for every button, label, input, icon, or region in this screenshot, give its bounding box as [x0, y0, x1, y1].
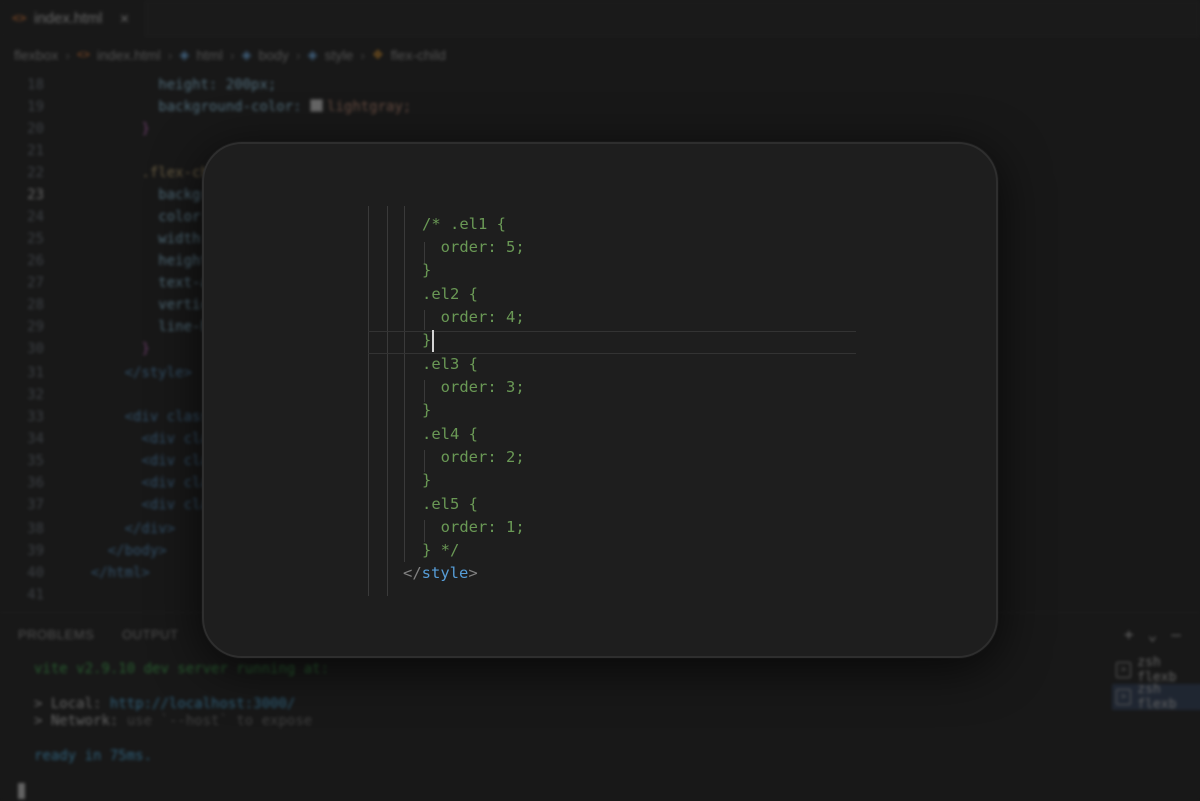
terminal-list-item[interactable]: > zsh flexb — [1112, 682, 1200, 712]
code-line: 25 width: — [27, 231, 209, 247]
code-line: 32 — [27, 387, 44, 403]
terminal-line: ready in 75ms. — [34, 748, 153, 764]
terminal-cursor — [18, 783, 25, 799]
chevron-right-icon: › — [295, 47, 301, 63]
chevron-right-icon: › — [65, 47, 71, 63]
cube-icon: ◈ — [241, 47, 252, 62]
code-line: 41 — [27, 587, 44, 603]
code-line[interactable]: } — [422, 259, 431, 282]
terminal-icon: > — [1116, 662, 1132, 678]
chevron-right-icon: › — [229, 47, 235, 63]
code-line: 30 } — [27, 341, 150, 357]
indent-guide — [387, 206, 388, 596]
code-line: 18 height: 200px; — [27, 77, 277, 93]
code-line: 28 vertic — [27, 297, 209, 313]
tab-output[interactable]: OUTPUT — [122, 627, 178, 642]
color-swatch[interactable] — [310, 99, 324, 112]
code-line[interactable]: .el5 { — [422, 493, 478, 516]
code-line[interactable]: } — [422, 469, 431, 492]
code-line: 31 </style> — [27, 365, 193, 381]
code-line[interactable]: } — [422, 399, 431, 422]
code-line: 27 text-a — [27, 275, 209, 291]
cube-icon: ◈ — [179, 47, 190, 62]
code-line[interactable]: order: 1; — [422, 516, 525, 539]
code-line[interactable]: order: 2; — [422, 446, 525, 469]
current-line-highlight — [368, 331, 856, 354]
code-line: 21 — [27, 143, 44, 159]
code-line[interactable]: /* .el1 { — [422, 213, 506, 236]
chevron-right-icon: › — [360, 47, 365, 63]
breadcrumb-html[interactable]: html — [196, 47, 222, 63]
panel-actions: + ⌄ — — [1124, 625, 1181, 644]
code-line[interactable]: order: 4; — [422, 306, 525, 329]
breadcrumb-folder[interactable]: flexbox — [14, 47, 58, 63]
code-line: 20 } — [27, 121, 150, 137]
code-line: 37 <div cla — [27, 497, 209, 513]
html-file-icon: <> — [12, 11, 27, 25]
style-closing-tag[interactable]: </style> — [403, 562, 478, 585]
code-line: 29 line-h — [27, 319, 209, 335]
code-line[interactable]: } */ — [422, 539, 459, 562]
code-line: 34 <div cla — [27, 431, 209, 447]
tab-index-html[interactable]: <> index.html ✕ — [0, 0, 147, 38]
html-file-icon: <> — [77, 49, 90, 61]
terminal-line: vite v2.9.10 dev server running at: — [34, 661, 330, 677]
code-line: 24 color: — [27, 209, 209, 225]
code-line[interactable]: } — [422, 329, 431, 352]
code-line: 33 <div class — [27, 409, 209, 425]
breadcrumb-flex-child[interactable]: flex-child — [391, 47, 446, 63]
breadcrumb-file[interactable]: index.html — [97, 47, 161, 63]
minimize-icon[interactable]: — — [1171, 625, 1181, 644]
breadcrumb-style[interactable]: style — [325, 47, 354, 63]
text-caret — [432, 330, 434, 352]
code-line: 39 </body> — [27, 543, 167, 559]
tab-label: index.html — [34, 10, 103, 27]
breadcrumb: flexbox › <> index.html › ◈ html › ◈ bod… — [14, 44, 446, 66]
code-line[interactable]: order: 5; — [422, 236, 525, 259]
terminal-list-item[interactable]: > zsh flexb — [1112, 655, 1200, 685]
indent-guide — [404, 206, 405, 562]
code-line: 26 height — [27, 253, 209, 269]
code-line: 35 <div cla — [27, 453, 209, 469]
code-line: 40 </html> — [27, 565, 150, 581]
close-icon[interactable]: ✕ — [120, 9, 129, 27]
chevron-right-icon: › — [167, 47, 173, 63]
add-terminal-icon[interactable]: + — [1124, 625, 1134, 644]
editor-tab-bar: <> index.html ✕ — [0, 0, 1200, 38]
code-zoom-card: /* .el1 { order: 5; } .el2 { order: 4; }… — [202, 142, 998, 658]
code-line: 19 background-color: lightgray; — [27, 99, 412, 115]
chevron-down-icon[interactable]: ⌄ — [1148, 625, 1158, 644]
code-line[interactable]: .el4 { — [422, 423, 478, 446]
code-line[interactable]: .el3 { — [422, 353, 478, 376]
breadcrumb-body[interactable]: body — [259, 47, 289, 63]
indent-guide — [368, 206, 369, 596]
tab-problems[interactable]: PROBLEMS — [18, 627, 94, 642]
cube-icon: ◈ — [307, 47, 318, 62]
code-line: 22 .flex-ch — [27, 165, 209, 181]
code-line: 23 backgro — [27, 187, 218, 203]
code-line[interactable]: .el2 { — [422, 283, 478, 306]
code-line[interactable]: order: 3; — [422, 376, 525, 399]
terminal-icon: > — [1116, 689, 1132, 705]
code-line: 38 </div> — [27, 521, 176, 537]
terminal-line: > Local: http://localhost:3000/ — [34, 696, 296, 712]
selector-icon: ❖ — [372, 47, 384, 62]
terminal-line: > Network: use `--host` to expose — [34, 713, 313, 729]
code-line: 36 <div cla — [27, 475, 209, 491]
